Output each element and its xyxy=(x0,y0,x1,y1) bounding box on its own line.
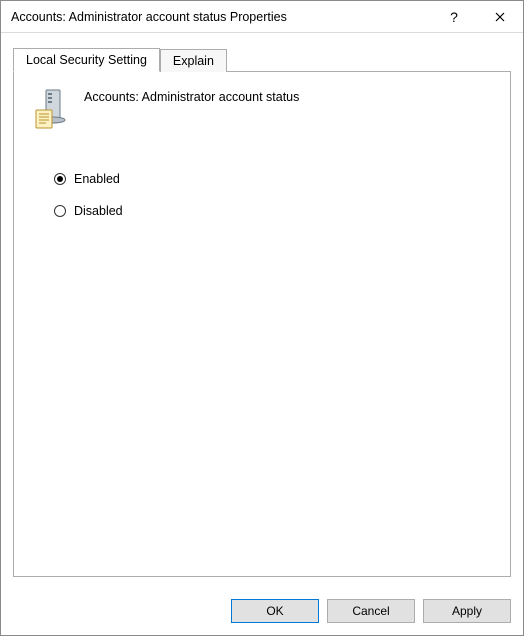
tab-label: Explain xyxy=(173,54,214,68)
help-button[interactable]: ? xyxy=(431,1,477,32)
client-area: Local Security Setting Explain xyxy=(1,33,523,589)
policy-name: Accounts: Administrator account status xyxy=(84,88,299,104)
radio-icon xyxy=(54,173,66,185)
help-icon: ? xyxy=(450,9,458,25)
window-title: Accounts: Administrator account status P… xyxy=(11,10,431,24)
close-icon xyxy=(495,9,505,25)
radio-option-enabled[interactable]: Enabled xyxy=(54,172,492,186)
dialog-buttons: OK Cancel Apply xyxy=(1,589,523,635)
button-label: OK xyxy=(266,604,283,618)
tabstrip: Local Security Setting Explain xyxy=(13,47,511,71)
tab-explain[interactable]: Explain xyxy=(160,49,227,72)
radio-icon xyxy=(54,205,66,217)
cancel-button[interactable]: Cancel xyxy=(327,599,415,623)
properties-dialog: Accounts: Administrator account status P… xyxy=(0,0,524,636)
titlebar: Accounts: Administrator account status P… xyxy=(1,1,523,33)
button-label: Cancel xyxy=(352,604,389,618)
radio-label: Enabled xyxy=(74,172,120,186)
apply-button[interactable]: Apply xyxy=(423,599,511,623)
radio-group: Enabled Disabled xyxy=(54,172,492,218)
tab-panel: Accounts: Administrator account status E… xyxy=(13,71,511,577)
radio-option-disabled[interactable]: Disabled xyxy=(54,204,492,218)
server-policy-icon xyxy=(32,88,72,132)
button-label: Apply xyxy=(452,604,482,618)
ok-button[interactable]: OK xyxy=(231,599,319,623)
radio-label: Disabled xyxy=(74,204,123,218)
policy-header: Accounts: Administrator account status xyxy=(32,88,492,132)
tab-label: Local Security Setting xyxy=(26,53,147,67)
tab-local-security-setting[interactable]: Local Security Setting xyxy=(13,48,160,72)
close-button[interactable] xyxy=(477,1,523,32)
